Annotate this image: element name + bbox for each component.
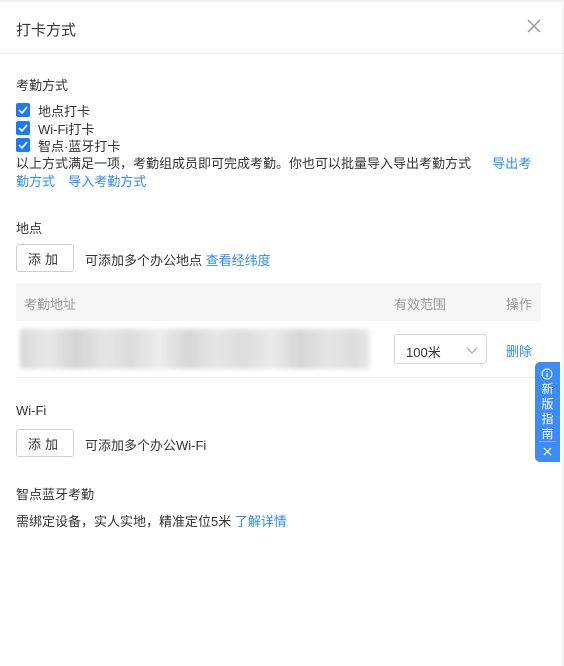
close-icon[interactable] [524, 16, 544, 36]
col-action: 操作 [506, 297, 533, 312]
view-coordinates-link[interactable]: 查看经纬度 [206, 253, 271, 268]
delete-button[interactable]: 删除 [506, 341, 532, 360]
option-wifi-checkin[interactable]: Wi-Fi打卡 [16, 120, 94, 137]
dialog-header: 打卡方式 [0, 2, 564, 54]
option-location-checkin[interactable]: 地点打卡 [16, 102, 91, 119]
range-select[interactable]: 100米 [394, 334, 487, 364]
add-location-button[interactable]: 添加 [16, 244, 74, 272]
description-text: 以上方式满足一项，考勤组成员即可完成考勤。你也可以批量导入导出考勤方式 [16, 156, 472, 171]
checkbox-checked-icon[interactable] [16, 121, 30, 135]
col-range: 有效范围 [394, 297, 447, 312]
checkbox-checked-icon[interactable] [16, 103, 30, 117]
location-hint: 可添加多个办公地点 查看经纬度 [85, 250, 271, 269]
guide-divider [539, 441, 556, 442]
bluetooth-section-title: 智点蓝牙考勤 [16, 487, 95, 502]
attendance-description: 以上方式满足一项，考勤组成员即可完成考勤。你也可以批量导入导出考勤方式 导出考勤… [16, 155, 536, 191]
location-table-header: 考勤地址 有效范围 操作 [16, 283, 541, 321]
location-section-title: 地点 [16, 221, 43, 236]
attendance-section-title: 考勤方式 [16, 78, 69, 93]
location-hint-text: 可添加多个办公地点 [85, 253, 203, 268]
col-address: 考勤地址 [24, 297, 77, 312]
info-icon [541, 368, 553, 380]
bluetooth-description: 需绑定设备，实人实地，精准定位5米 了解详情 [16, 511, 287, 530]
option-label: 智点·蓝牙打卡 [38, 138, 121, 154]
dialog-title: 打卡方式 [16, 22, 77, 39]
import-link[interactable]: 导入考勤方式 [68, 174, 146, 189]
table-row: 100米 删除 [16, 321, 541, 378]
bluetooth-description-text: 需绑定设备，实人实地，精准定位5米 [16, 514, 232, 529]
guide-close-icon[interactable] [542, 446, 553, 457]
address-redacted [20, 329, 370, 369]
checkbox-checked-icon[interactable] [16, 138, 30, 152]
option-label: 地点打卡 [38, 103, 91, 119]
wifi-section-title: Wi-Fi [16, 403, 47, 418]
new-guide-tab[interactable]: 新版指南 [535, 362, 560, 462]
range-value: 100米 [406, 345, 441, 360]
guide-label: 新版指南 [541, 382, 554, 441]
add-wifi-button[interactable]: 添加 [16, 429, 74, 457]
option-bluetooth-checkin[interactable]: 智点·蓝牙打卡 [16, 137, 121, 154]
learn-more-link[interactable]: 了解详情 [235, 514, 287, 529]
chevron-down-icon [465, 343, 479, 357]
wifi-hint: 可添加多个办公Wi-Fi [85, 438, 207, 453]
